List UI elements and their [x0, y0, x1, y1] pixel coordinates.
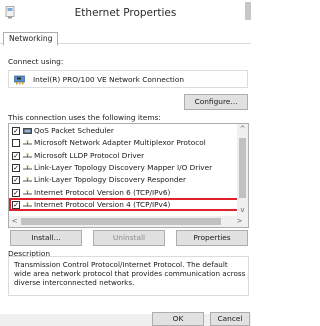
uninstall-button[interactable]: Uninstall: [93, 230, 165, 246]
configure-button[interactable]: Configure...: [184, 94, 248, 110]
description-box: Transmission Control Protocol/Internet P…: [8, 256, 249, 296]
protocol-icon: [23, 177, 32, 182]
ok-button[interactable]: OK: [152, 312, 204, 326]
item-checkbox[interactable]: ✓: [12, 163, 20, 172]
protocol-icon: [23, 140, 32, 145]
network-adapter-icon: [14, 75, 25, 85]
item-label: Link-Layer Topology Discovery Mapper I/O…: [34, 162, 213, 172]
list-item[interactable]: Microsoft Network Adapter Multiplexor Pr…: [12, 138, 234, 148]
list-item[interactable]: ✓ Link-Layer Topology Discovery Mapper I/…: [12, 163, 234, 173]
adapter-name: Intel(R) PRO/100 VE Network Connection: [33, 75, 185, 84]
list-item[interactable]: ✓ Internet Protocol Version 6 (TCP/IPv6): [12, 188, 234, 198]
vertical-scrollbar[interactable]: ^ v: [237, 124, 248, 216]
protocol-icon: [23, 189, 32, 194]
item-checkbox[interactable]: ✓: [12, 127, 20, 135]
items-label: This connection uses the following items…: [8, 113, 161, 122]
protocol-icon: [23, 201, 32, 207]
item-label: Microsoft LLDP Protocol Driver: [34, 150, 145, 160]
protocol-icon: [23, 165, 32, 170]
list-item[interactable]: ✓ Internet Protocol Version 4 (TCP/IPv4): [12, 200, 234, 210]
properties-button[interactable]: Properties: [176, 230, 248, 246]
item-label: Microsoft Network Adapter Multiplexor Pr…: [34, 138, 206, 148]
item-checkbox[interactable]: ✓: [12, 200, 20, 209]
item-checkbox[interactable]: ✓: [12, 188, 20, 197]
scroll-up-icon[interactable]: ^: [237, 124, 248, 135]
install-button[interactable]: Install...: [10, 230, 82, 246]
item-checkbox[interactable]: ✓: [12, 151, 20, 160]
network-service-icon: [23, 128, 32, 134]
protocol-icon: [23, 152, 32, 158]
tab-networking[interactable]: Networking: [3, 32, 59, 46]
connect-using-label: Connect using:: [8, 57, 64, 66]
item-label: Internet Protocol Version 6 (TCP/IPv6): [34, 187, 171, 197]
scroll-right-icon[interactable]: >: [234, 216, 245, 227]
list-item[interactable]: ✓ Microsoft LLDP Protocol Driver: [12, 151, 234, 161]
title-bar: Ethernet Properties: [0, 0, 251, 26]
item-label: Link-Layer Topology Discovery Responder: [34, 175, 187, 185]
list-item[interactable]: ✓ Link-Layer Topology Discovery Responder: [12, 175, 234, 185]
item-checkbox[interactable]: ✓: [12, 176, 20, 185]
adapter-display: Intel(R) PRO/100 VE Network Connection: [8, 70, 248, 88]
cancel-button[interactable]: Cancel: [210, 312, 250, 326]
item-label: QoS Packet Scheduler: [34, 126, 114, 135]
horizontal-scroll-thumb[interactable]: [21, 218, 221, 225]
scroll-left-icon[interactable]: <: [9, 216, 20, 227]
vertical-scroll-thumb[interactable]: [239, 138, 246, 198]
item-label: Internet Protocol Version 4 (TCP/IPv4): [34, 199, 171, 209]
scroll-down-icon[interactable]: v: [237, 205, 248, 216]
description-text: Transmission Control Protocol/Internet P…: [14, 260, 246, 287]
items-list[interactable]: ✓ QoS Packet Scheduler Microsoft Network A…: [8, 123, 249, 228]
close-button[interactable]: [245, 2, 251, 20]
tab-strip: Networking: [0, 30, 251, 46]
window-title: Ethernet Properties: [74, 7, 177, 19]
item-checkbox[interactable]: [12, 139, 20, 148]
list-item[interactable]: ✓ QoS Packet Scheduler: [12, 126, 234, 136]
horizontal-scrollbar[interactable]: < >: [9, 216, 248, 227]
